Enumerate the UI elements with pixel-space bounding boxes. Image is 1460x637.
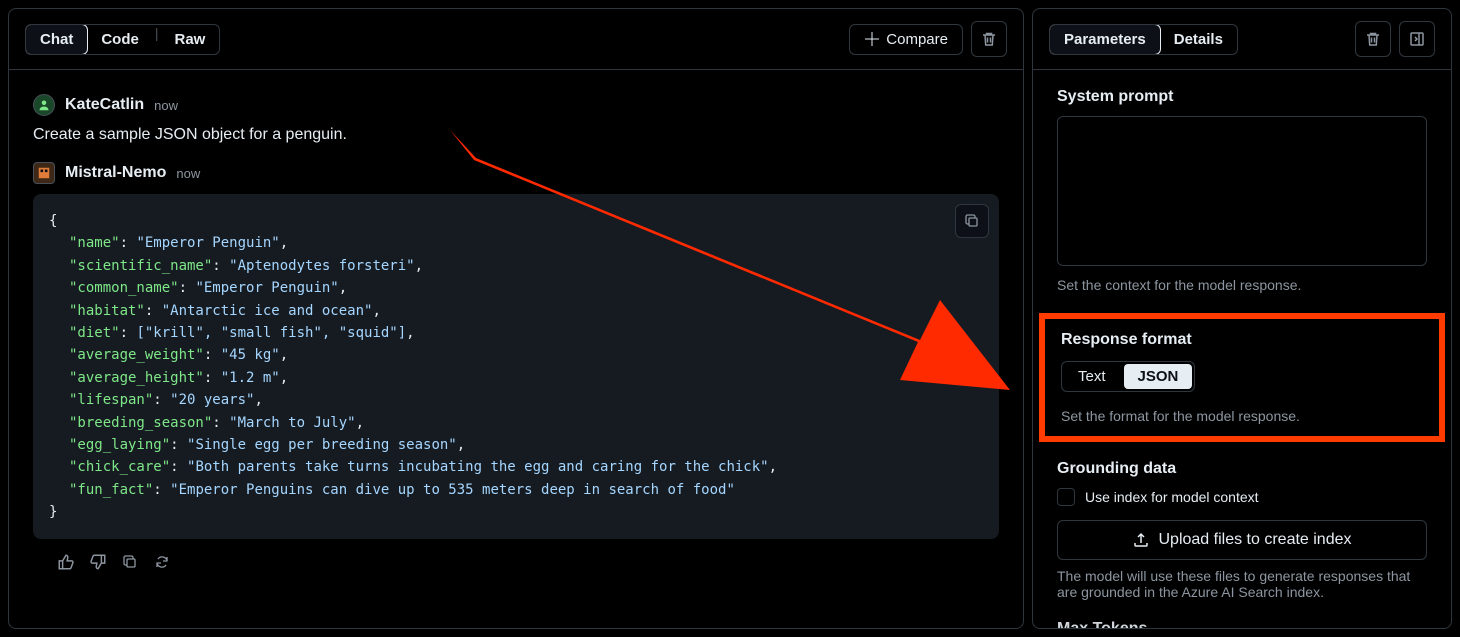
delete-params-button[interactable] [1355, 21, 1391, 57]
regenerate-icon[interactable] [153, 553, 171, 571]
model-avatar [33, 162, 55, 184]
grounding-checkbox-label: Use index for model context [1085, 489, 1259, 505]
grounding-title: Grounding data [1057, 460, 1427, 478]
system-prompt-input[interactable] [1057, 116, 1427, 266]
chat-panel: Chat Code | Raw Compare KateCatli [8, 8, 1024, 629]
params-tabs: Parameters Details [1049, 24, 1238, 55]
params-header: Parameters Details [1033, 9, 1451, 70]
user-name: KateCatlin [65, 96, 144, 114]
format-json-option[interactable]: JSON [1124, 364, 1193, 389]
format-text-option[interactable]: Text [1062, 362, 1122, 391]
plus-icon [864, 31, 880, 47]
copy-button[interactable] [955, 204, 989, 238]
user-message-text: Create a sample JSON object for a pengui… [33, 126, 999, 144]
tab-raw[interactable]: Raw [160, 25, 219, 54]
tab-chat[interactable]: Chat [25, 24, 88, 55]
max-tokens-section: Max Tokens [1057, 620, 1427, 628]
params-body: System prompt Set the context for the mo… [1033, 70, 1451, 628]
collapse-panel-button[interactable] [1399, 21, 1435, 57]
user-timestamp: now [154, 98, 178, 113]
compare-label: Compare [886, 31, 948, 48]
response-format-title: Response format [1061, 331, 1423, 349]
tab-details[interactable]: Details [1160, 25, 1237, 54]
chat-header: Chat Code | Raw Compare [9, 9, 1023, 70]
grounding-checkbox[interactable] [1057, 488, 1075, 506]
thumbs-down-icon[interactable] [89, 553, 107, 571]
user-avatar [33, 94, 55, 116]
grounding-checkbox-row: Use index for model context [1057, 488, 1427, 506]
model-message-header: Mistral-Nemo now [33, 162, 999, 184]
chat-body: KateCatlin now Create a sample JSON obje… [9, 70, 1023, 628]
delete-button[interactable] [971, 21, 1007, 57]
code-block: { "name": "Emperor Penguin", "scientific… [33, 194, 999, 539]
system-prompt-help: Set the context for the model response. [1057, 277, 1427, 293]
message-actions [33, 539, 999, 585]
grounding-help: The model will use these files to genera… [1057, 568, 1427, 600]
grounding-section: Grounding data Use index for model conte… [1057, 460, 1427, 600]
upload-icon [1133, 532, 1149, 548]
tab-parameters[interactable]: Parameters [1049, 24, 1161, 55]
response-format-toggle: Text JSON [1061, 361, 1195, 392]
view-tabs: Chat Code | Raw [25, 24, 220, 55]
tab-code[interactable]: Code [87, 25, 153, 54]
upload-files-button[interactable]: Upload files to create index [1057, 520, 1427, 560]
system-prompt-section: System prompt Set the context for the mo… [1057, 88, 1427, 293]
response-format-help: Set the format for the model response. [1061, 408, 1423, 424]
compare-button[interactable]: Compare [849, 24, 963, 55]
response-format-highlight: Response format Text JSON Set the format… [1039, 313, 1445, 442]
copy-icon[interactable] [121, 553, 139, 571]
max-tokens-title: Max Tokens [1057, 620, 1427, 628]
system-prompt-title: System prompt [1057, 88, 1427, 106]
upload-label: Upload files to create index [1159, 531, 1352, 549]
tab-divider: | [155, 25, 159, 54]
model-name: Mistral-Nemo [65, 164, 166, 182]
parameters-panel: Parameters Details System prompt Set the… [1032, 8, 1452, 629]
model-timestamp: now [176, 166, 200, 181]
user-message-header: KateCatlin now [33, 94, 999, 116]
thumbs-up-icon[interactable] [57, 553, 75, 571]
